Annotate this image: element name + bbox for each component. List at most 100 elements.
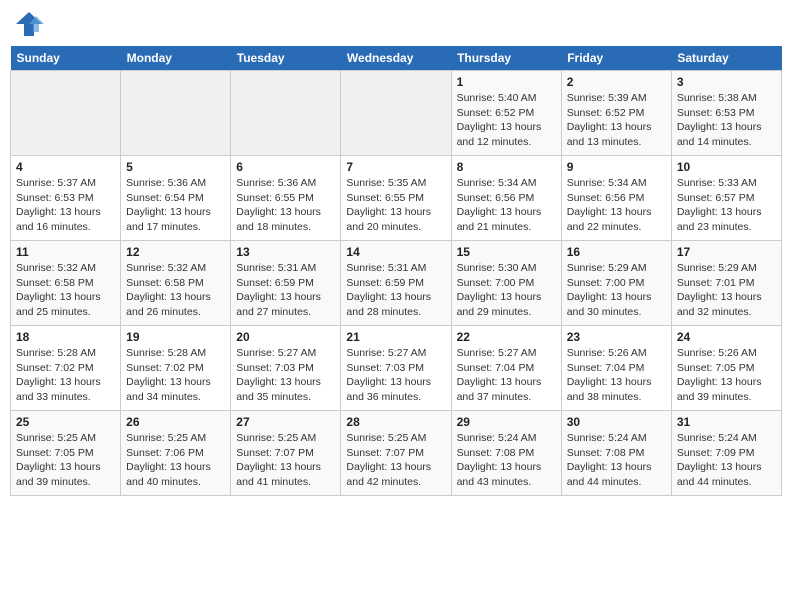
calendar-cell: 17 Sunrise: 5:29 AMSunset: 7:01 PMDayligh… xyxy=(671,241,781,326)
cell-date: 18 xyxy=(16,330,115,344)
page-header xyxy=(10,10,782,38)
cell-info: Sunrise: 5:27 AMSunset: 7:04 PMDaylight:… xyxy=(457,346,556,405)
cell-date: 24 xyxy=(677,330,776,344)
cell-date: 13 xyxy=(236,245,335,259)
day-header-friday: Friday xyxy=(561,46,671,71)
cell-info: Sunrise: 5:31 AMSunset: 6:59 PMDaylight:… xyxy=(346,261,445,320)
cell-date: 17 xyxy=(677,245,776,259)
cell-date: 19 xyxy=(126,330,225,344)
calendar-cell: 6Sunrise: 5:36 AMSunset: 6:55 PMDaylight… xyxy=(231,156,341,241)
calendar-cell: 8Sunrise: 5:34 AMSunset: 6:56 PMDaylight… xyxy=(451,156,561,241)
calendar-cell: 9 Sunrise: 5:34 AMSunset: 6:56 PMDaylight… xyxy=(561,156,671,241)
cell-date: 30 xyxy=(567,415,666,429)
cell-info: Sunrise: 5:29 AMSunset: 7:00 PMDaylight:… xyxy=(567,261,666,320)
calendar-cell: 2 Sunrise: 5:39 AMSunset: 6:52 PMDaylight… xyxy=(561,71,671,156)
calendar-cell: 29 Sunrise: 5:24 AMSunset: 7:08 PMDayligh… xyxy=(451,411,561,496)
cell-info: Sunrise: 5:34 AMSunset: 6:56 PMDaylight:… xyxy=(457,176,556,235)
day-header-thursday: Thursday xyxy=(451,46,561,71)
cell-date: 5 xyxy=(126,160,225,174)
cell-date: 14 xyxy=(346,245,445,259)
cell-date: 28 xyxy=(346,415,445,429)
cell-info: Sunrise: 5:32 AMSunset: 6:58 PMDaylight:… xyxy=(126,261,225,320)
calendar-cell: 11 Sunrise: 5:32 AMSunset: 6:58 PMDayligh… xyxy=(11,241,121,326)
cell-date: 10 xyxy=(677,160,776,174)
cell-date: 7 xyxy=(346,160,445,174)
calendar-cell: 26 Sunrise: 5:25 AMSunset: 7:06 PMDayligh… xyxy=(121,411,231,496)
calendar-cell: 3 Sunrise: 5:38 AMSunset: 6:53 PMDaylight… xyxy=(671,71,781,156)
calendar-cell: 25Sunrise: 5:25 AMSunset: 7:05 PMDayligh… xyxy=(11,411,121,496)
cell-info: Sunrise: 5:28 AMSunset: 7:02 PMDaylight:… xyxy=(16,346,115,405)
cell-date: 29 xyxy=(457,415,556,429)
logo xyxy=(14,10,48,38)
cell-info: Sunrise: 5:26 AMSunset: 7:05 PMDaylight:… xyxy=(677,346,776,405)
cell-date: 23 xyxy=(567,330,666,344)
cell-info: Sunrise: 5:34 AMSunset: 6:56 PMDaylight:… xyxy=(567,176,666,235)
cell-date: 22 xyxy=(457,330,556,344)
calendar-cell: 16 Sunrise: 5:29 AMSunset: 7:00 PMDayligh… xyxy=(561,241,671,326)
calendar-cell: 31 Sunrise: 5:24 AMSunset: 7:09 PMDayligh… xyxy=(671,411,781,496)
day-header-sunday: Sunday xyxy=(11,46,121,71)
cell-date: 20 xyxy=(236,330,335,344)
cell-info: Sunrise: 5:24 AMSunset: 7:08 PMDaylight:… xyxy=(457,431,556,490)
day-header-monday: Monday xyxy=(121,46,231,71)
cell-info: Sunrise: 5:25 AMSunset: 7:06 PMDaylight:… xyxy=(126,431,225,490)
cell-info: Sunrise: 5:24 AMSunset: 7:09 PMDaylight:… xyxy=(677,431,776,490)
cell-date: 9 xyxy=(567,160,666,174)
cell-date: 26 xyxy=(126,415,225,429)
cell-date: 4 xyxy=(16,160,115,174)
cell-date: 21 xyxy=(346,330,445,344)
cell-info: Sunrise: 5:29 AMSunset: 7:01 PMDaylight:… xyxy=(677,261,776,320)
cell-date: 27 xyxy=(236,415,335,429)
calendar-cell: 22 Sunrise: 5:27 AMSunset: 7:04 PMDayligh… xyxy=(451,326,561,411)
cell-info: Sunrise: 5:38 AMSunset: 6:53 PMDaylight:… xyxy=(677,91,776,150)
calendar-cell: 13 Sunrise: 5:31 AMSunset: 6:59 PMDayligh… xyxy=(231,241,341,326)
calendar-week-row: 11 Sunrise: 5:32 AMSunset: 6:58 PMDayligh… xyxy=(11,241,782,326)
calendar-table: SundayMondayTuesdayWednesdayThursdayFrid… xyxy=(10,46,782,496)
cell-info: Sunrise: 5:39 AMSunset: 6:52 PMDaylight:… xyxy=(567,91,666,150)
day-header-tuesday: Tuesday xyxy=(231,46,341,71)
cell-info: Sunrise: 5:25 AMSunset: 7:05 PMDaylight:… xyxy=(16,431,115,490)
calendar-cell: 30 Sunrise: 5:24 AMSunset: 7:08 PMDayligh… xyxy=(561,411,671,496)
cell-date: 15 xyxy=(457,245,556,259)
calendar-cell: 5 Sunrise: 5:36 AMSunset: 6:54 PMDaylight… xyxy=(121,156,231,241)
cell-info: Sunrise: 5:37 AMSunset: 6:53 PMDaylight:… xyxy=(16,176,115,235)
calendar-cell: 23 Sunrise: 5:26 AMSunset: 7:04 PMDayligh… xyxy=(561,326,671,411)
calendar-cell: 12 Sunrise: 5:32 AMSunset: 6:58 PMDayligh… xyxy=(121,241,231,326)
cell-info: Sunrise: 5:40 AMSunset: 6:52 PMDaylight:… xyxy=(457,91,556,150)
cell-date: 2 xyxy=(567,75,666,89)
cell-date: 3 xyxy=(677,75,776,89)
cell-info: Sunrise: 5:32 AMSunset: 6:58 PMDaylight:… xyxy=(16,261,115,320)
calendar-cell xyxy=(121,71,231,156)
cell-info: Sunrise: 5:27 AMSunset: 7:03 PMDaylight:… xyxy=(346,346,445,405)
cell-info: Sunrise: 5:36 AMSunset: 6:55 PMDaylight:… xyxy=(236,176,335,235)
calendar-cell: 14 Sunrise: 5:31 AMSunset: 6:59 PMDayligh… xyxy=(341,241,451,326)
cell-date: 16 xyxy=(567,245,666,259)
calendar-cell: 20 Sunrise: 5:27 AMSunset: 7:03 PMDayligh… xyxy=(231,326,341,411)
calendar-week-row: 18 Sunrise: 5:28 AMSunset: 7:02 PMDayligh… xyxy=(11,326,782,411)
cell-info: Sunrise: 5:35 AMSunset: 6:55 PMDaylight:… xyxy=(346,176,445,235)
calendar-cell: 28Sunrise: 5:25 AMSunset: 7:07 PMDayligh… xyxy=(341,411,451,496)
logo-icon xyxy=(14,10,44,38)
cell-info: Sunrise: 5:31 AMSunset: 6:59 PMDaylight:… xyxy=(236,261,335,320)
cell-date: 11 xyxy=(16,245,115,259)
calendar-cell: 21 Sunrise: 5:27 AMSunset: 7:03 PMDayligh… xyxy=(341,326,451,411)
calendar-week-row: 25Sunrise: 5:25 AMSunset: 7:05 PMDayligh… xyxy=(11,411,782,496)
calendar-cell: 10Sunrise: 5:33 AMSunset: 6:57 PMDayligh… xyxy=(671,156,781,241)
day-header-wednesday: Wednesday xyxy=(341,46,451,71)
cell-info: Sunrise: 5:26 AMSunset: 7:04 PMDaylight:… xyxy=(567,346,666,405)
cell-info: Sunrise: 5:28 AMSunset: 7:02 PMDaylight:… xyxy=(126,346,225,405)
calendar-cell: 15 Sunrise: 5:30 AMSunset: 7:00 PMDayligh… xyxy=(451,241,561,326)
calendar-cell xyxy=(231,71,341,156)
calendar-cell: 19 Sunrise: 5:28 AMSunset: 7:02 PMDayligh… xyxy=(121,326,231,411)
calendar-header-row: SundayMondayTuesdayWednesdayThursdayFrid… xyxy=(11,46,782,71)
cell-info: Sunrise: 5:30 AMSunset: 7:00 PMDaylight:… xyxy=(457,261,556,320)
calendar-cell: 18 Sunrise: 5:28 AMSunset: 7:02 PMDayligh… xyxy=(11,326,121,411)
cell-info: Sunrise: 5:25 AMSunset: 7:07 PMDaylight:… xyxy=(236,431,335,490)
cell-info: Sunrise: 5:24 AMSunset: 7:08 PMDaylight:… xyxy=(567,431,666,490)
cell-info: Sunrise: 5:36 AMSunset: 6:54 PMDaylight:… xyxy=(126,176,225,235)
day-header-saturday: Saturday xyxy=(671,46,781,71)
calendar-cell: 24 Sunrise: 5:26 AMSunset: 7:05 PMDayligh… xyxy=(671,326,781,411)
cell-date: 31 xyxy=(677,415,776,429)
cell-info: Sunrise: 5:27 AMSunset: 7:03 PMDaylight:… xyxy=(236,346,335,405)
cell-date: 12 xyxy=(126,245,225,259)
